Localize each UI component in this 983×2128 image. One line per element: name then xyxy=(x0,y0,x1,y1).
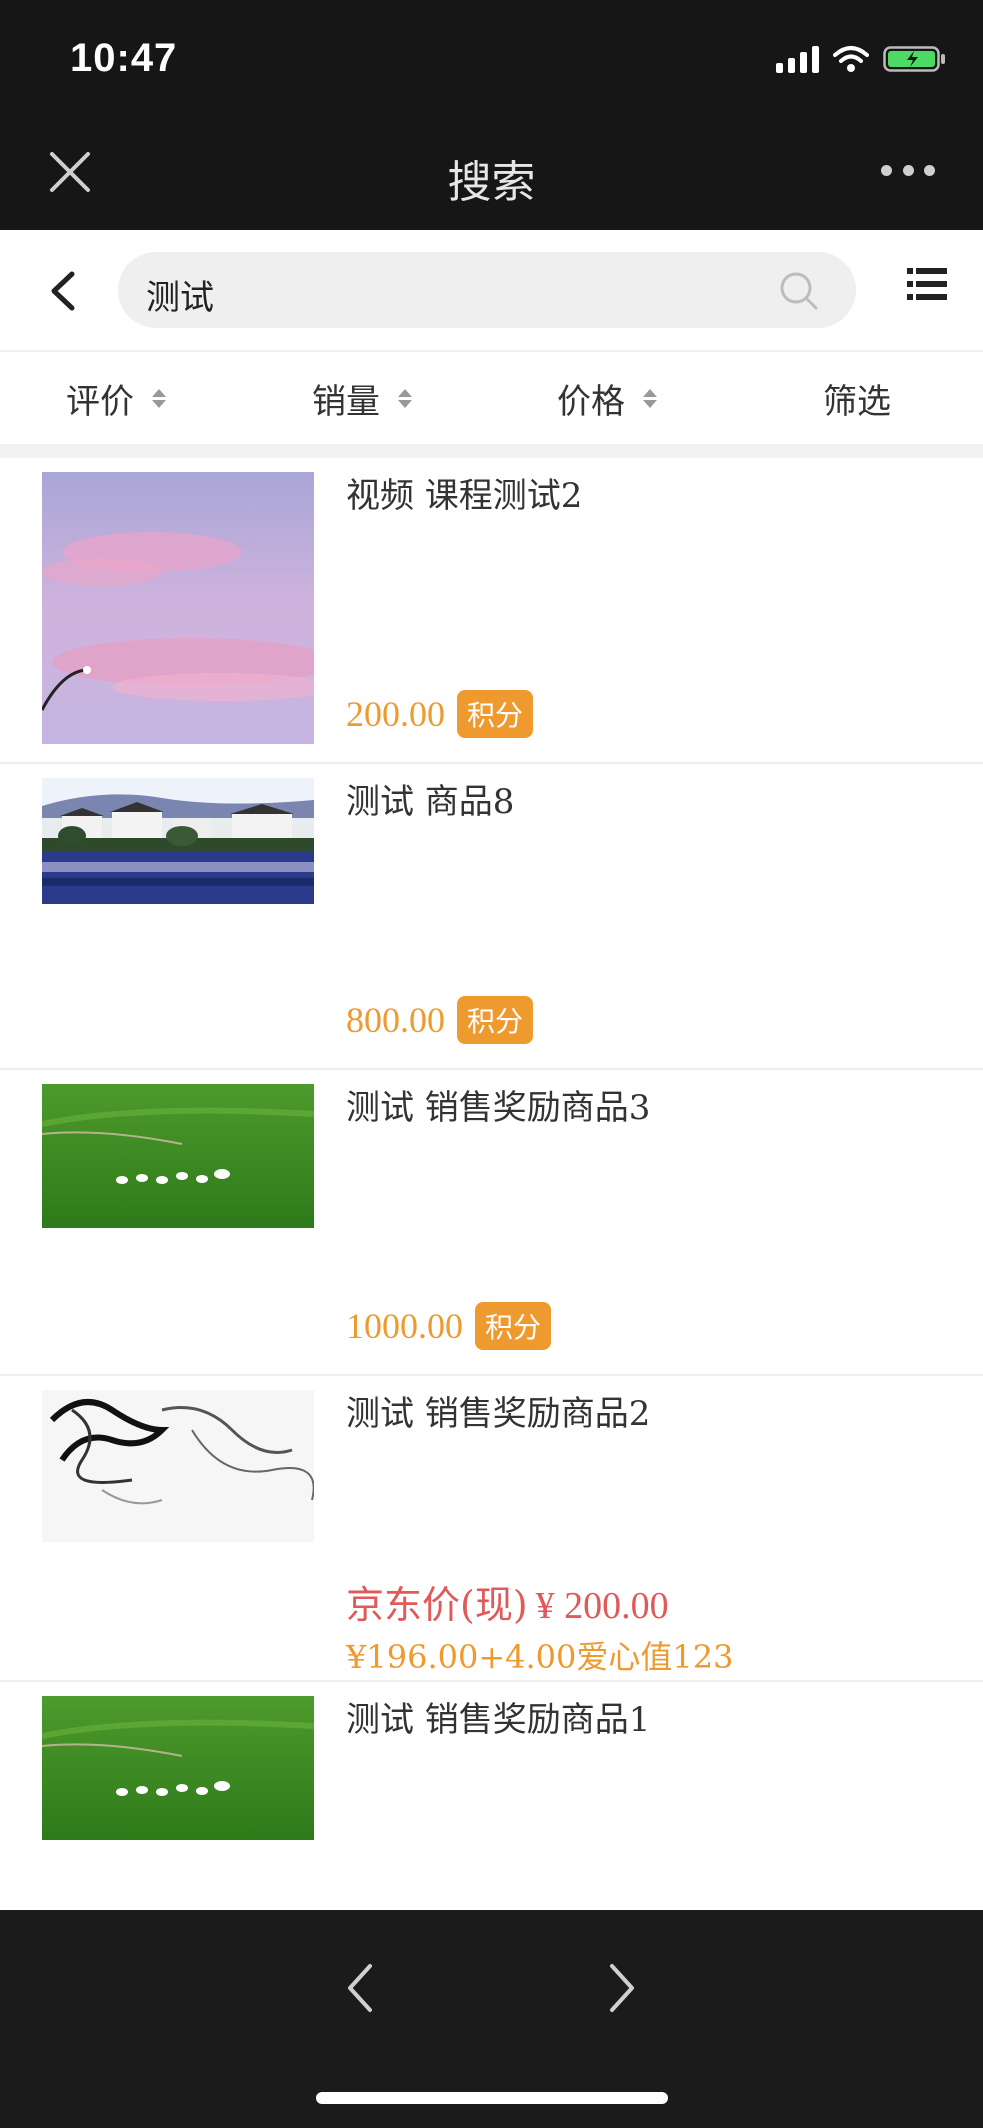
product-price: 200.00 积分 xyxy=(346,690,534,738)
sort-sales-label: 销量 xyxy=(312,382,380,422)
battery-icon xyxy=(883,46,945,72)
nav-back-icon[interactable] xyxy=(340,1958,380,2018)
product-list: 视频 课程测试2 200.00 积分 测试 商品8 800.00 积分 测试 销… xyxy=(0,458,983,1988)
product-item[interactable]: 测试 销售奖励商品3 1000.00 积分 xyxy=(0,1070,983,1376)
points-badge: 积分 xyxy=(457,690,534,738)
product-item[interactable]: 测试 商品8 800.00 积分 xyxy=(0,764,983,1070)
search-query: 测试 xyxy=(146,278,214,318)
sort-price[interactable]: 价格 xyxy=(557,374,657,423)
signal-icon xyxy=(776,45,819,73)
list-view-icon[interactable] xyxy=(907,266,947,302)
sort-rating-label: 评价 xyxy=(66,382,134,422)
product-price: 1000.00 积分 xyxy=(346,1302,552,1350)
filter-label: 筛选 xyxy=(823,382,891,422)
back-arrow-icon[interactable] xyxy=(40,266,84,316)
sort-price-label: 价格 xyxy=(557,382,625,422)
search-icon[interactable] xyxy=(778,270,820,312)
more-options-icon[interactable] xyxy=(881,162,935,178)
wifi-icon xyxy=(833,46,869,72)
jd-price-value: ¥ 200.00 xyxy=(535,1585,669,1627)
product-item[interactable]: 测试 销售奖励商品2 京东价(现) ¥ 200.00 ¥196.00+4.00爱心… xyxy=(0,1376,983,1682)
status-bar: 10:47 xyxy=(0,0,983,110)
bottom-nav xyxy=(0,1910,983,2128)
product-title[interactable]: 测试 销售奖励商品1 xyxy=(346,1692,650,1741)
product-image-ink-smoke[interactable] xyxy=(42,1390,314,1662)
home-indicator[interactable] xyxy=(316,2092,668,2104)
mixed-price: ¥196.00+4.00爱心值123 xyxy=(346,1638,734,1676)
points-badge: 积分 xyxy=(457,996,534,1044)
sort-bar: 评价 销量 价格 筛选 xyxy=(0,350,983,444)
product-image-grassland[interactable] xyxy=(42,1084,314,1356)
status-icons xyxy=(776,44,947,74)
product-title[interactable]: 测试 商品8 xyxy=(346,774,514,823)
product-title[interactable]: 测试 销售奖励商品3 xyxy=(346,1080,650,1129)
sort-arrows-icon xyxy=(398,389,412,408)
price-value: 200.00 xyxy=(346,694,445,734)
page-title: 搜索 xyxy=(447,158,536,207)
price-value: 1000.00 xyxy=(346,1306,463,1346)
sort-rating[interactable]: 评价 xyxy=(66,374,166,423)
search-input[interactable]: 测试 xyxy=(118,252,856,328)
product-item[interactable]: 视频 课程测试2 200.00 积分 xyxy=(0,458,983,764)
sort-sales[interactable]: 销量 xyxy=(312,374,412,423)
search-row: 测试 xyxy=(0,230,983,350)
product-title[interactable]: 视频 课程测试2 xyxy=(346,468,582,517)
title-bar: 搜索 xyxy=(0,110,983,230)
price-value: 800.00 xyxy=(346,1000,445,1040)
sort-arrows-icon xyxy=(152,389,166,408)
product-title[interactable]: 测试 销售奖励商品2 xyxy=(346,1386,650,1435)
points-badge: 积分 xyxy=(475,1302,552,1350)
nav-forward-icon[interactable] xyxy=(602,1958,642,2018)
product-image-lakeside-village[interactable] xyxy=(42,778,314,1050)
product-image-pink-sky[interactable] xyxy=(42,472,314,744)
jd-price-label: 京东价(现) xyxy=(346,1583,528,1627)
jd-price: 京东价(现) ¥ 200.00 xyxy=(346,1574,669,1629)
sort-arrows-icon xyxy=(643,389,657,408)
product-price: 800.00 积分 xyxy=(346,996,534,1044)
status-time: 10:47 xyxy=(70,36,178,80)
divider xyxy=(0,444,983,458)
filter-button[interactable]: 筛选 xyxy=(823,374,891,423)
